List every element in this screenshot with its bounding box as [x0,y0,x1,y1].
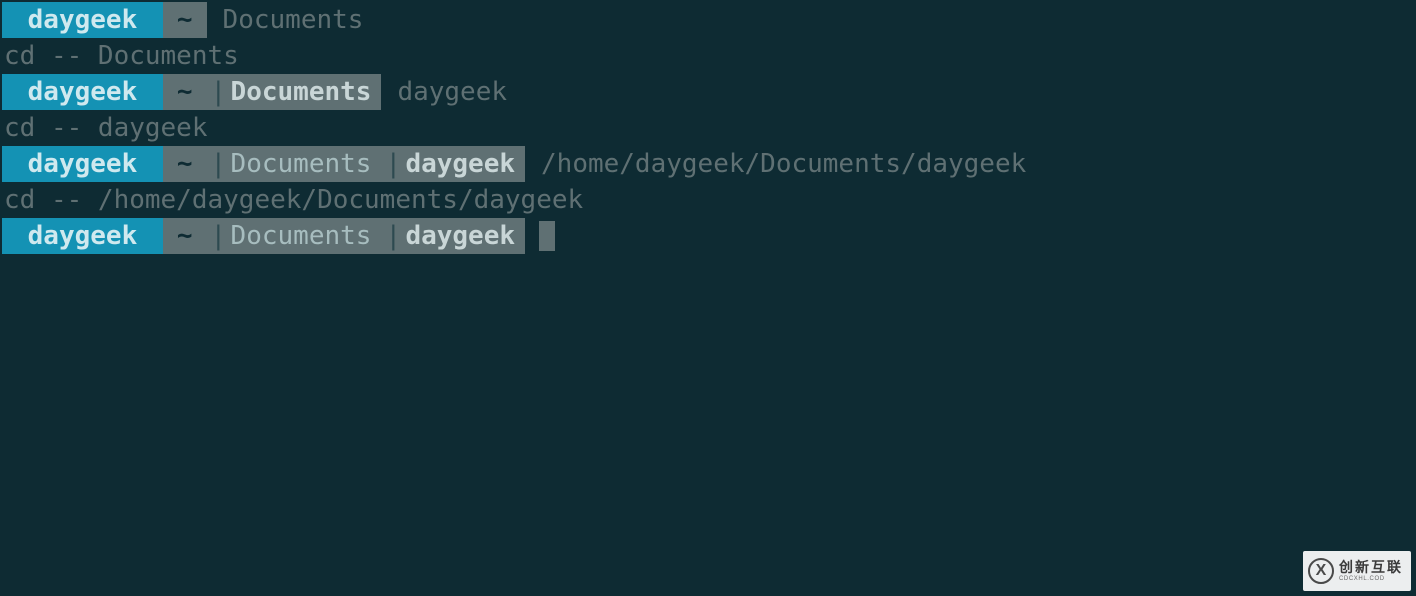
prompt-home-segment: ~ [163,74,207,110]
watermark-glyph: X [1316,553,1327,589]
prompt-separator: | [207,146,221,182]
prompt-home-segment: ~ [163,218,207,254]
terminal-output-line: cd -- /home/daygeek/Documents/daygeek [2,182,1416,218]
prompt-separator: | [207,74,221,110]
prompt-line: daygeek ~|Documents|daygeek/home/daygeek… [2,146,1416,182]
prompt-path-segment: Documents [221,74,382,110]
prompt-line: daygeek ~|Documentsdaygeek [2,74,1416,110]
prompt-line: daygeek ~Documents [2,2,1416,38]
prompt-path-segment: daygeek [395,146,525,182]
command-input-text[interactable]: /home/daygeek/Documents/daygeek [525,146,1026,182]
watermark-title: 创新互联 [1339,560,1403,574]
watermark-subtitle: CDCXHL.COD [1339,576,1403,582]
echo-text: cd -- Documents [2,38,239,74]
prompt-user-segment: daygeek [2,218,163,254]
prompt-home-segment: ~ [163,146,207,182]
prompt-home-segment: ~ [163,2,207,38]
watermark-text: 创新互联 CDCXHL.COD [1339,560,1403,582]
command-input-text[interactable]: Documents [207,2,364,38]
watermark-badge: X 创新互联 CDCXHL.COD [1303,551,1411,591]
watermark-icon: X [1308,558,1334,584]
terminal-cursor[interactable] [539,221,555,251]
prompt-path-segment: Documents [221,218,382,254]
terminal-output-line: cd -- daygeek [2,110,1416,146]
prompt-user-segment: daygeek [2,146,163,182]
prompt-user-segment: daygeek [2,74,163,110]
echo-text: cd -- /home/daygeek/Documents/daygeek [2,182,583,218]
prompt-separator: | [381,146,395,182]
command-input-text[interactable]: daygeek [381,74,507,110]
prompt-path-segment: daygeek [395,218,525,254]
prompt-user-segment: daygeek [2,2,163,38]
prompt-line: daygeek ~|Documents|daygeek [2,218,1416,254]
terminal-area[interactable]: daygeek ~Documentscd -- Documents daygee… [0,0,1416,254]
prompt-separator: | [381,218,395,254]
terminal-output-line: cd -- Documents [2,38,1416,74]
prompt-separator: | [207,218,221,254]
echo-text: cd -- daygeek [2,110,208,146]
prompt-path-segment: Documents [221,146,382,182]
